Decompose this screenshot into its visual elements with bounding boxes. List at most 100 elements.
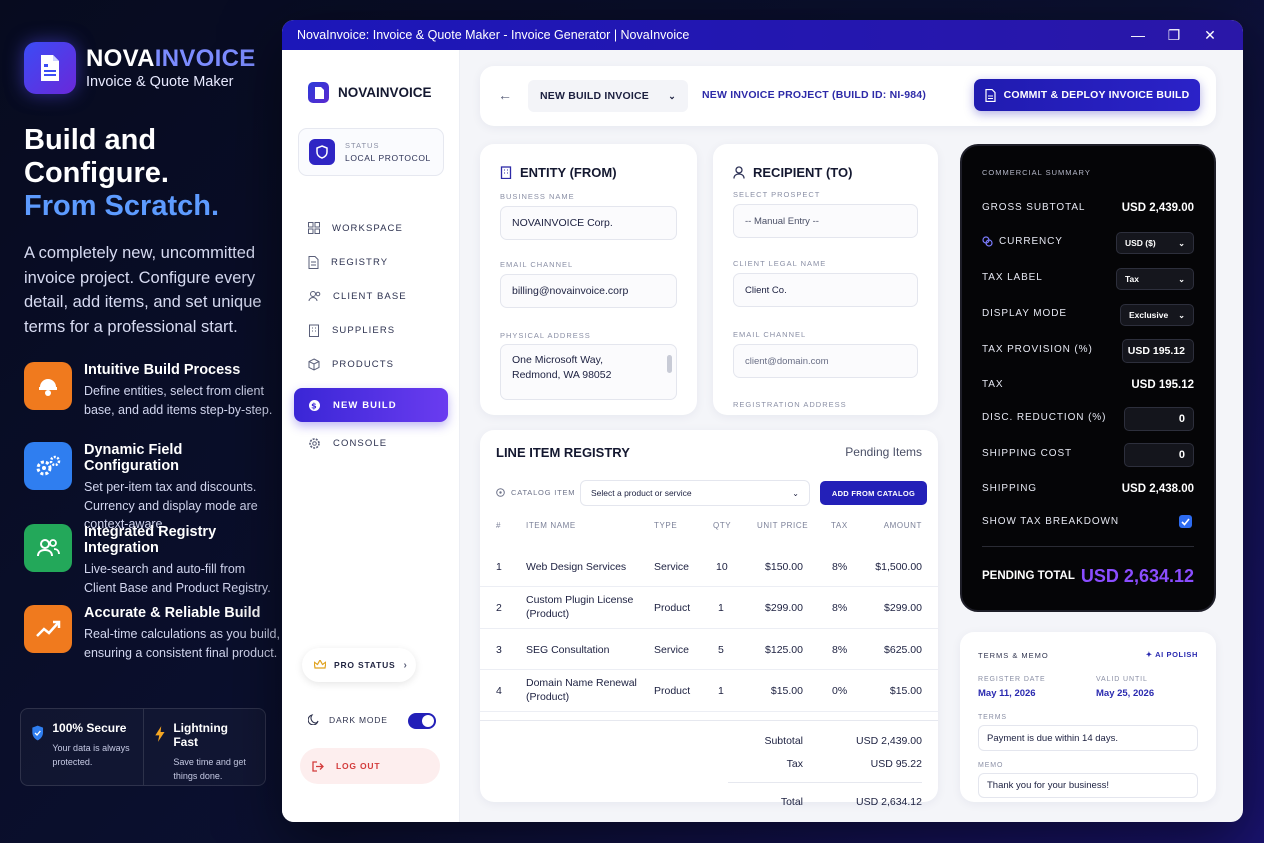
gross-subtotal-value: USD 2,439.00 bbox=[1121, 202, 1194, 214]
tax-value: USD 95.22 bbox=[870, 758, 922, 770]
col-header-amount: AMOUNT bbox=[883, 521, 922, 530]
close-icon[interactable]: ✕ bbox=[1192, 27, 1228, 44]
gear-icon bbox=[309, 437, 320, 449]
total-value: USD 2,634.12 bbox=[856, 796, 922, 808]
address-line-2: Redmond, WA 98052 bbox=[512, 369, 612, 381]
recipient-card: RECIPIENT (TO) SELECT PROSPECT -- Manual… bbox=[713, 144, 938, 415]
commit-deploy-label: COMMIT & DEPLOY INVOICE BUILD bbox=[1003, 89, 1190, 101]
app-window: NovaInvoice: Invoice & Quote Maker - Inv… bbox=[282, 20, 1243, 822]
valid-until-value[interactable]: May 25, 2026 bbox=[1096, 688, 1154, 699]
back-arrow-icon[interactable]: ← bbox=[498, 87, 512, 103]
recipient-email-field[interactable]: client@domain.com bbox=[733, 344, 918, 378]
line-item-card: LINE ITEM REGISTRY Pending Items CATALOG… bbox=[480, 430, 938, 808]
sidebar-brand-name: NOVAINVOICE bbox=[338, 85, 432, 100]
sidebar-item-workspace[interactable]: WORKSPACE bbox=[294, 211, 448, 245]
row-num: 4 bbox=[496, 685, 502, 697]
discount-field[interactable]: 0 bbox=[1124, 407, 1194, 431]
sidebar-item-label: PRODUCTS bbox=[332, 358, 395, 370]
terms-value: Payment is due within 14 days. bbox=[987, 732, 1118, 744]
sidebar-item-new-build[interactable]: $ NEW BUILD bbox=[294, 388, 448, 422]
badge-title: 100% Secure bbox=[52, 721, 127, 735]
table-row[interactable]: 4 Domain Name Renewal (Product) Product … bbox=[480, 670, 938, 712]
row-num: 3 bbox=[496, 644, 502, 656]
status-label: STATUS bbox=[345, 141, 380, 150]
select-prospect-value: -- Manual Entry -- bbox=[745, 215, 819, 227]
sidebar: NOVAINVOICE STATUS LOCAL PROTOCOL WORKSPA… bbox=[282, 50, 460, 822]
feature-desc: Real-time calculations as you build, ens… bbox=[84, 627, 280, 660]
recipient-email-label: EMAIL CHANNEL bbox=[733, 330, 807, 339]
sidebar-item-label: WORKSPACE bbox=[332, 222, 403, 234]
line-item-title: LINE ITEM REGISTRY bbox=[496, 445, 630, 460]
document-icon bbox=[308, 255, 319, 269]
promo-badges: 100% Secure Your data is always protected… bbox=[20, 708, 266, 786]
project-title: NEW INVOICE PROJECT (BUILD ID: NI-984) bbox=[702, 89, 927, 101]
shield-icon bbox=[32, 725, 44, 741]
client-legal-name-field[interactable]: Client Co. bbox=[733, 273, 918, 307]
col-header-item-name: ITEM NAME bbox=[526, 521, 576, 530]
shipping-label: SHIPPING bbox=[982, 483, 1037, 494]
entity-email-field[interactable]: billing@novainvoice.corp bbox=[500, 274, 677, 308]
terms-field[interactable]: Payment is due within 14 days. bbox=[978, 725, 1198, 751]
ai-polish-label: AI POLISH bbox=[1155, 650, 1198, 659]
terms-label: TERMS bbox=[978, 714, 1007, 721]
minimize-icon[interactable]: — bbox=[1120, 27, 1156, 43]
table-row[interactable]: 1 Web Design Services Service 10 $150.00… bbox=[480, 534, 938, 587]
discount-value: 0 bbox=[1178, 413, 1185, 425]
summary-title: COMMERCIAL SUMMARY bbox=[982, 168, 1091, 177]
memo-field[interactable]: Thank you for your business! bbox=[978, 773, 1198, 798]
sidebar-item-console[interactable]: CONSOLE bbox=[294, 426, 448, 460]
display-mode-select[interactable]: Exclusive ⌄ bbox=[1120, 304, 1194, 326]
commit-deploy-button[interactable]: COMMIT & DEPLOY INVOICE BUILD bbox=[974, 79, 1200, 111]
add-from-catalog-button[interactable]: ADD FROM CATALOG bbox=[820, 481, 927, 505]
row-type: Product bbox=[654, 685, 691, 697]
tax-provision-field[interactable]: USD 195.12 bbox=[1122, 339, 1194, 363]
ai-polish-button[interactable]: ✦ AI POLISH bbox=[1146, 650, 1198, 659]
build-select[interactable]: NEW BUILD INVOICE ⌄ bbox=[528, 80, 688, 112]
register-date-value[interactable]: May 11, 2026 bbox=[978, 688, 1036, 699]
box-icon bbox=[308, 357, 320, 371]
row-qty: 1 bbox=[718, 685, 724, 697]
row-unit-price: $299.00 bbox=[765, 602, 803, 614]
sidebar-item-products[interactable]: PRODUCTS bbox=[294, 347, 448, 381]
moon-icon bbox=[308, 714, 319, 725]
badge-title: Lightning Fast bbox=[173, 721, 228, 749]
sidebar-item-suppliers[interactable]: SUPPLIERS bbox=[294, 313, 448, 347]
logout-icon bbox=[312, 760, 324, 772]
tax-breakdown-checkbox[interactable] bbox=[1179, 515, 1192, 528]
catalog-select[interactable]: Select a product or service ⌄ bbox=[580, 480, 810, 506]
dark-mode-toggle[interactable] bbox=[408, 713, 436, 729]
select-prospect-dropdown[interactable]: -- Manual Entry -- bbox=[733, 204, 918, 238]
shipping-cost-field[interactable]: 0 bbox=[1124, 443, 1194, 467]
table-row[interactable]: 2 Custom Plugin License (Product) Produc… bbox=[480, 587, 938, 629]
user-icon bbox=[733, 166, 745, 179]
chevron-down-icon: ⌄ bbox=[1178, 238, 1185, 248]
sidebar-item-label: SUPPLIERS bbox=[332, 324, 396, 336]
business-name-field[interactable]: NOVAINVOICE Corp. bbox=[500, 206, 677, 240]
row-num: 1 bbox=[496, 561, 502, 573]
tax-label-select[interactable]: Tax ⌄ bbox=[1116, 268, 1194, 290]
sidebar-item-registry[interactable]: REGISTRY bbox=[294, 245, 448, 279]
entity-card: ENTITY (FROM) BUSINESS NAME NOVAINVOICE … bbox=[480, 144, 697, 415]
summary-divider bbox=[982, 546, 1194, 547]
col-header-tax: TAX bbox=[831, 521, 848, 530]
chevron-down-icon: ⌄ bbox=[1178, 310, 1185, 320]
dark-mode-label: DARK MODE bbox=[329, 714, 388, 725]
sidebar-item-client-base[interactable]: CLIENT BASE bbox=[294, 279, 448, 313]
row-amount: $625.00 bbox=[884, 644, 922, 656]
row-item-name: Custom Plugin License (Product) bbox=[526, 594, 634, 620]
registration-address-label: REGISTRATION ADDRESS bbox=[733, 400, 847, 409]
table-row[interactable]: 3 SEG Consultation Service 5 $125.00 8% … bbox=[480, 629, 938, 670]
pro-status-label: PRO STATUS bbox=[334, 660, 396, 670]
pro-status-button[interactable]: PRO STATUS › bbox=[302, 648, 416, 682]
restore-icon[interactable]: ❐ bbox=[1156, 27, 1192, 44]
currency-select[interactable]: USD ($) ⌄ bbox=[1116, 232, 1194, 254]
entity-heading: ENTITY (FROM) bbox=[500, 165, 617, 180]
client-legal-name-label: CLIENT LEGAL NAME bbox=[733, 259, 827, 268]
tax-breakdown-label: SHOW TAX BREAKDOWN bbox=[982, 516, 1119, 527]
feature-accurate: Accurate & Reliable Build Real-time calcu… bbox=[24, 605, 280, 662]
tax-label-value: Tax bbox=[1125, 274, 1140, 284]
sidebar-item-label: NEW BUILD bbox=[333, 399, 397, 411]
textarea-scrollbar[interactable] bbox=[667, 355, 672, 373]
physical-address-field[interactable]: One Microsoft Way, Redmond, WA 98052 bbox=[500, 344, 677, 400]
logout-button[interactable]: LOG OUT bbox=[300, 748, 440, 784]
